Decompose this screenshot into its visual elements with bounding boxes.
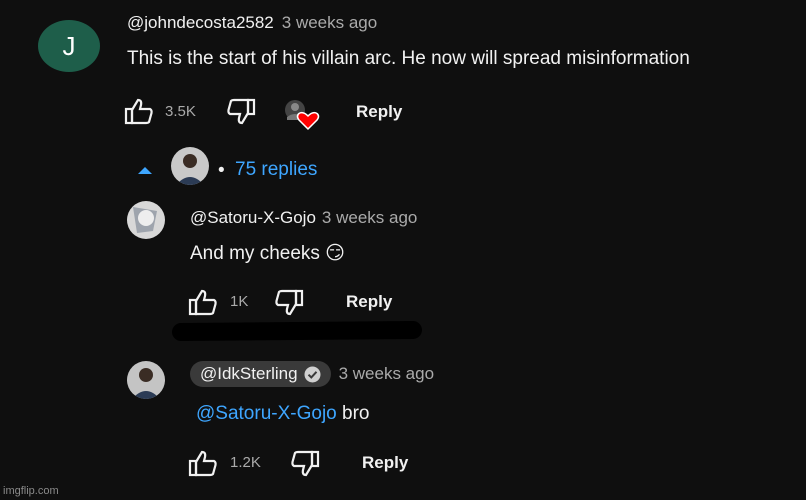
replies-dot: • bbox=[218, 160, 225, 181]
like-count: 3.5K bbox=[165, 103, 196, 120]
creator-handle-chip[interactable]: @IdkSterling bbox=[190, 361, 331, 387]
verified-check-icon bbox=[304, 366, 321, 383]
dislike-icon[interactable] bbox=[226, 98, 256, 126]
like-count: 1K bbox=[230, 293, 249, 310]
reply-mention-link[interactable]: @Satoru-X-Gojo bbox=[196, 403, 337, 424]
like-count: 1.2K bbox=[230, 454, 261, 471]
comment-text: This is the start of his villain arc. He… bbox=[127, 48, 690, 69]
dislike-icon[interactable] bbox=[274, 289, 304, 317]
reply-time: 3 weeks ago bbox=[321, 208, 418, 227]
comment-time: 3 weeks ago bbox=[281, 13, 378, 32]
like-icon[interactable] bbox=[188, 288, 218, 316]
reply-text-line: @Satoru-X-Gojo bro bbox=[196, 403, 369, 425]
redaction-scribble bbox=[171, 320, 423, 342]
reply-avatar[interactable] bbox=[127, 201, 165, 239]
reply-handle: @IdkSterling bbox=[200, 364, 298, 383]
collapse-replies-icon[interactable] bbox=[137, 165, 153, 175]
avatar-letter: J bbox=[62, 30, 76, 61]
reply-text: bro bbox=[336, 403, 370, 424]
replies-count-link[interactable]: 75 replies bbox=[235, 159, 317, 181]
watermark: imgflip.com bbox=[3, 485, 59, 497]
comment-handle[interactable]: @johndecosta2582 bbox=[127, 13, 274, 33]
reply-author-avatar bbox=[171, 147, 209, 185]
reply-reply-button[interactable]: Reply bbox=[346, 292, 392, 312]
like-icon[interactable] bbox=[124, 97, 154, 125]
reply-reply-button[interactable]: Reply bbox=[362, 453, 408, 473]
like-icon[interactable] bbox=[188, 449, 218, 477]
comment-reply-button[interactable]: Reply bbox=[356, 102, 402, 122]
dislike-icon[interactable] bbox=[290, 450, 320, 478]
reply-avatar[interactable] bbox=[127, 361, 165, 399]
reply-time: 3 weeks ago bbox=[338, 364, 435, 383]
reply-text: And my cheeks 😏 bbox=[190, 243, 345, 264]
reply-handle[interactable]: @Satoru-X-Gojo bbox=[190, 208, 316, 228]
commenter-avatar[interactable]: J bbox=[38, 20, 100, 72]
creator-heart-avatar-icon bbox=[284, 99, 320, 133]
